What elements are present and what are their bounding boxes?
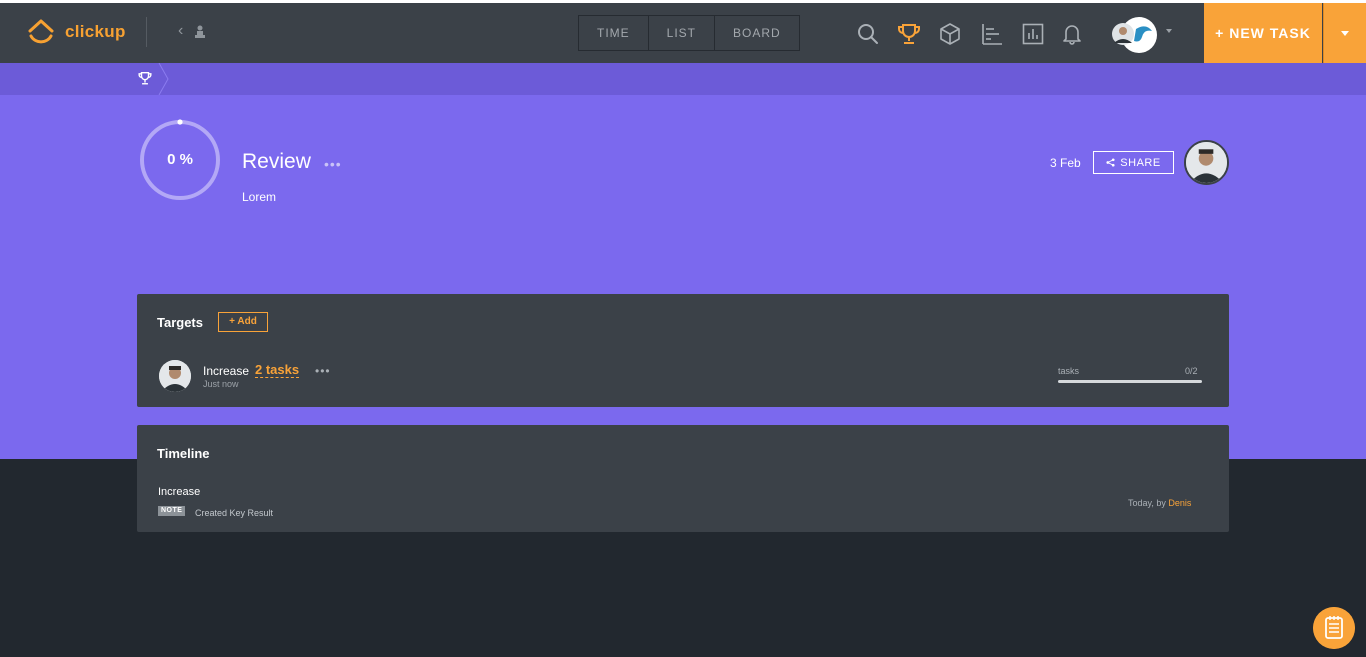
timeline-item-author[interactable]: Denis: [1168, 498, 1191, 508]
timeline-item-title: Increase: [158, 486, 201, 498]
timeline-chart-icon[interactable]: [981, 23, 1003, 45]
timeline-item-action: Created Key Result: [195, 508, 274, 518]
timeline-item-when: Today, by: [1128, 498, 1166, 508]
box-icon[interactable]: [939, 23, 961, 45]
timeline-item-meta: Today, by Denis: [1128, 498, 1191, 508]
timeline-note-badge: NOTE: [158, 506, 186, 516]
goal-progress-percent: 0 %: [167, 151, 193, 168]
goal-owner-avatar[interactable]: [1184, 140, 1229, 185]
target-metric-label: tasks: [1058, 366, 1080, 376]
back-chevron-icon[interactable]: ‹: [178, 22, 183, 40]
user-menu-caret-icon[interactable]: [1166, 29, 1172, 33]
target-metric-value: 0/2: [1185, 366, 1198, 376]
targets-title: Targets: [157, 315, 203, 330]
share-button[interactable]: SHARE: [1093, 151, 1174, 174]
notifications-bell-icon[interactable]: [1062, 23, 1082, 45]
view-tab-time[interactable]: TIME: [579, 16, 649, 50]
top-header: clickup ‹ TIME LIST BOARD + NEW TASK: [0, 0, 1366, 63]
target-more-options-icon[interactable]: •••: [315, 364, 331, 378]
target-tasks-link[interactable]: 2 tasks: [255, 363, 300, 378]
view-tab-board[interactable]: BOARD: [715, 16, 799, 50]
new-task-dropdown-button[interactable]: [1323, 3, 1366, 63]
chevron-down-icon: [1341, 31, 1349, 36]
target-progress-bar: [1058, 380, 1202, 383]
goal-description: Lorem: [242, 190, 277, 204]
goal-due-date[interactable]: 3 Feb: [1050, 156, 1081, 170]
timeline-card: Timeline Increase NOTE Created Key Resul…: [137, 425, 1229, 532]
new-task-button[interactable]: + NEW TASK: [1204, 3, 1322, 63]
share-button-label: SHARE: [1120, 156, 1161, 169]
breadcrumb-separator-icon: [158, 63, 169, 95]
search-icon[interactable]: [857, 23, 879, 45]
add-target-button[interactable]: + Add: [218, 312, 268, 332]
user-avatar[interactable]: [1112, 17, 1158, 53]
notepad-button[interactable]: [1313, 607, 1355, 649]
dashboard-chart-icon[interactable]: [1022, 23, 1044, 45]
clickup-logo[interactable]: clickup: [27, 17, 126, 47]
target-name: Increase: [203, 364, 250, 378]
goals-trophy-icon[interactable]: [897, 23, 921, 45]
target-owner-avatar[interactable]: [159, 360, 191, 392]
logo-text: clickup: [65, 22, 126, 41]
view-switcher: TIME LIST BOARD: [578, 15, 800, 51]
view-tab-list[interactable]: LIST: [648, 16, 716, 50]
timeline-title: Timeline: [157, 446, 210, 461]
clickup-logo-icon: [28, 19, 54, 44]
breadcrumb: [0, 63, 1366, 95]
team-member-icon[interactable]: [194, 25, 206, 39]
header-divider: [146, 17, 147, 47]
target-timestamp: Just now: [203, 379, 239, 389]
goal-trophy-icon[interactable]: [138, 71, 152, 86]
goal-title[interactable]: Review: [242, 150, 311, 174]
share-icon: [1106, 158, 1115, 167]
targets-card: Targets + Add Increase 2 tasks ••• Just …: [137, 294, 1229, 407]
goal-more-options-icon[interactable]: •••: [324, 156, 342, 172]
